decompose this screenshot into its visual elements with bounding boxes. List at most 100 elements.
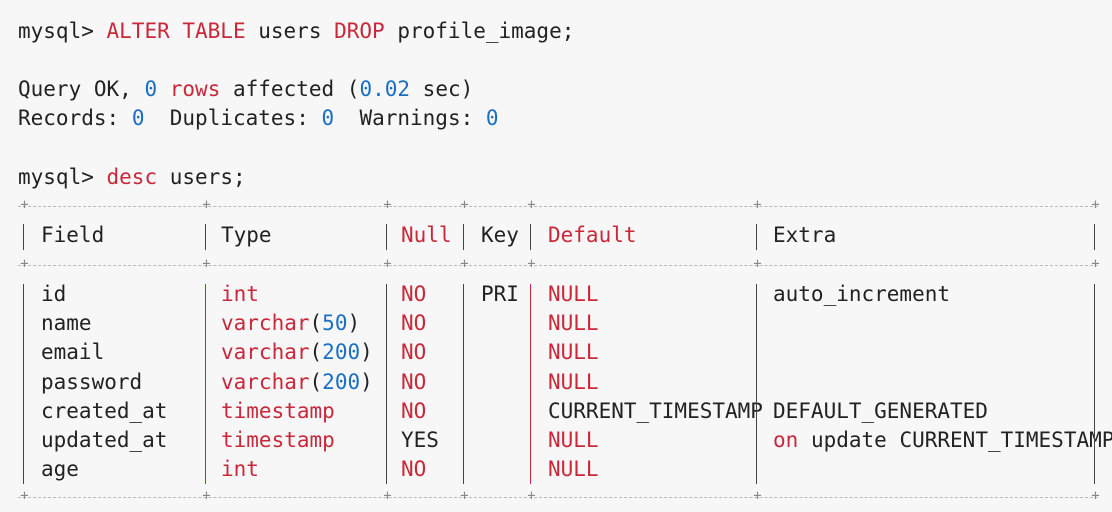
- rows-count: 0: [144, 77, 158, 101]
- grid-corner: +: [383, 488, 392, 504]
- grid-corner: +: [20, 488, 29, 504]
- cell-null: NO: [401, 398, 427, 423]
- column-separator: [530, 284, 531, 484]
- cell-null: YES: [401, 428, 439, 452]
- grid-corner: +: [460, 256, 469, 272]
- cell-default: CURRENT_TIMESTAMP: [548, 398, 763, 423]
- query-result-line: Query OK, 0 rows affected (0.02 sec): [18, 75, 473, 104]
- records-label: Records:: [18, 106, 120, 130]
- keyword-desc: desc: [106, 165, 158, 189]
- affected-text: affected (: [233, 77, 360, 101]
- extra-text: auto_increment: [773, 282, 951, 306]
- cell-extra: auto_increment: [773, 280, 950, 309]
- grid-corner: +: [753, 488, 762, 504]
- cell-key: PRI: [481, 282, 519, 306]
- extra-text: update CURRENT_TIMESTAMP: [810, 428, 1112, 452]
- type-length: 200: [322, 369, 361, 394]
- cell-null: NO: [401, 369, 427, 394]
- cell-null: NO: [401, 457, 427, 482]
- rows-word: rows: [169, 77, 221, 101]
- cell-field: email: [41, 340, 105, 365]
- type-length: 50: [322, 311, 348, 336]
- grid-corner: +: [1091, 256, 1100, 272]
- cell-field: created_at: [41, 398, 168, 423]
- type-length: 200: [322, 340, 361, 365]
- cell-type: int: [221, 280, 259, 309]
- table-border-header: [18, 265, 1098, 266]
- grid-corner: +: [20, 256, 29, 272]
- cell-type: int: [221, 455, 259, 484]
- type-base: int: [221, 282, 259, 306]
- query-ok-text: Query OK,: [18, 77, 132, 101]
- grid-corner: +: [1091, 197, 1100, 213]
- column-separator: [530, 224, 531, 250]
- query-time: 0.02: [359, 77, 411, 101]
- extra-keyword: on: [773, 428, 799, 452]
- grid-corner: +: [753, 197, 762, 213]
- sec-text: sec): [422, 77, 474, 101]
- grid-corner: +: [202, 488, 211, 504]
- terminal-window[interactable]: mysql> ALTER TABLE users DROP profile_im…: [0, 0, 1112, 512]
- header-extra: Extra: [773, 223, 837, 247]
- table-border-bottom: [18, 497, 1098, 498]
- column-separator: [1094, 284, 1095, 484]
- column-separator: [23, 224, 24, 250]
- cell-field: name: [41, 311, 92, 336]
- header-default: Default: [548, 223, 637, 247]
- cell-field: updated_at: [41, 428, 168, 452]
- column-separator: [205, 284, 206, 484]
- extra-text: DEFAULT_GENERATED: [773, 398, 988, 423]
- records-value: 0: [131, 106, 145, 130]
- command-line-alter: mysql> ALTER TABLE users DROP profile_im…: [18, 17, 574, 46]
- header-field: Field: [41, 223, 105, 247]
- header-null: Null: [401, 223, 452, 247]
- grid-corner: +: [202, 197, 211, 213]
- type-base: timestamp: [221, 398, 335, 423]
- keyword-alter-table: ALTER TABLE: [106, 19, 246, 43]
- cell-null: NO: [401, 311, 427, 336]
- column-separator: [386, 224, 387, 250]
- grid-corner: +: [1091, 488, 1100, 504]
- records-line: Records: 0 Duplicates: 0 Warnings: 0: [18, 104, 499, 133]
- type-base: timestamp: [221, 428, 335, 452]
- cell-field: id: [41, 282, 67, 306]
- command-line-desc: mysql> desc users;: [18, 163, 246, 192]
- column-separator: [463, 224, 464, 250]
- cell-field: password: [41, 369, 143, 394]
- header-type: Type: [221, 223, 272, 247]
- cell-default: NULL: [548, 311, 599, 336]
- grid-corner: +: [202, 256, 211, 272]
- column-separator: [463, 284, 464, 484]
- cell-type: varchar(200): [221, 340, 373, 365]
- type-base: varchar: [221, 311, 310, 336]
- grid-corner: +: [460, 197, 469, 213]
- type-base: varchar: [221, 369, 310, 394]
- column-separator: [386, 284, 387, 484]
- table-border-top: [18, 206, 1098, 207]
- grid-corner: +: [383, 256, 392, 272]
- grid-corner: +: [460, 488, 469, 504]
- grid-corner: +: [527, 197, 536, 213]
- column-separator: [1094, 224, 1095, 250]
- table-name: users: [258, 19, 322, 43]
- cell-type: varchar(200): [221, 369, 373, 394]
- type-base: varchar: [221, 340, 310, 365]
- header-key: Key: [481, 223, 519, 247]
- cell-default: NULL: [548, 457, 599, 482]
- duplicates-value: 0: [321, 106, 335, 130]
- table-name: users;: [169, 165, 246, 189]
- cell-extra: DEFAULT_GENERATED: [773, 397, 988, 426]
- grid-corner: +: [527, 488, 536, 504]
- cell-type: varchar(50): [221, 311, 361, 336]
- grid-corner: +: [383, 197, 392, 213]
- duplicates-label: Duplicates:: [169, 106, 309, 130]
- cell-type: timestamp: [221, 397, 335, 426]
- grid-corner: +: [20, 197, 29, 213]
- cell-null: NO: [401, 340, 427, 365]
- prompt: mysql>: [18, 165, 94, 189]
- cell-extra: on update CURRENT_TIMESTAMP: [773, 426, 1112, 455]
- cell-null: NO: [401, 282, 427, 306]
- column-separator: [756, 224, 757, 250]
- warnings-label: Warnings:: [359, 106, 474, 130]
- type-base: int: [221, 457, 259, 482]
